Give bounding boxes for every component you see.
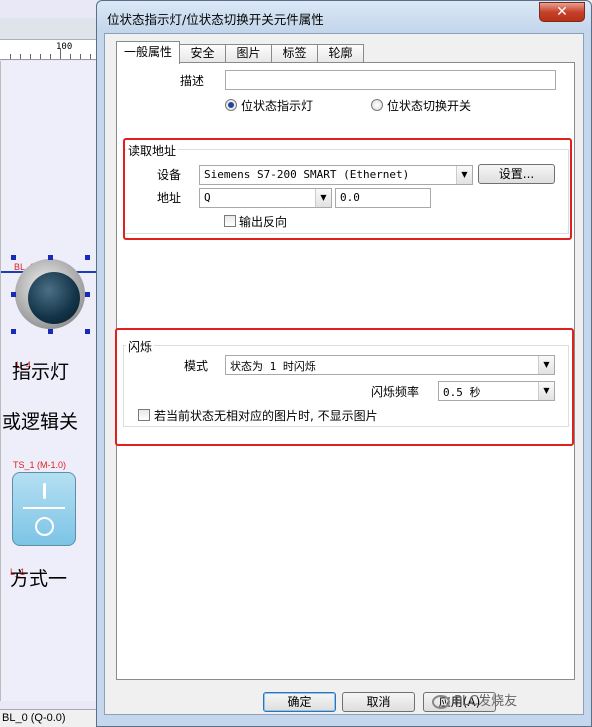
description-field[interactable] — [225, 70, 556, 90]
switch-radio-label: 位状态切换开关 — [387, 99, 472, 113]
selection-handle[interactable] — [85, 292, 90, 297]
lamp-caption: 指示灯 — [12, 361, 70, 383]
dialog-title: 位状态指示灯/位状态切换开关元件属性 — [107, 12, 324, 27]
tab-general[interactable]: 一般属性 — [116, 41, 180, 64]
editor-background: 100 BL_0 (Q-0.0) L_4 指示灯 或逻辑关 TS_1 (M-1.… — [0, 0, 101, 727]
switch-on-mark — [43, 483, 46, 499]
close-button[interactable]: ✕ — [539, 2, 585, 22]
blink-highlight — [115, 328, 574, 446]
switch-off-mark — [35, 517, 54, 536]
selection-handle[interactable] — [85, 329, 90, 334]
tab-security[interactable]: 安全 — [179, 44, 226, 63]
toggle-switch[interactable] — [12, 472, 76, 546]
selection-handle[interactable] — [11, 255, 16, 260]
selection-handle[interactable] — [85, 255, 90, 260]
selection-handle[interactable] — [11, 329, 16, 334]
switch-caption: 方式一 — [10, 568, 68, 590]
status-bar: BL_0 (Q-0.0) — [0, 709, 100, 727]
watermark: PLC发烧友 — [432, 690, 517, 709]
lamp-core — [28, 272, 80, 324]
ruler-number: 100 — [56, 42, 73, 52]
tab-label[interactable]: 标签 — [271, 44, 318, 63]
dialog-titlebar[interactable]: 位状态指示灯/位状态切换开关元件属性 ✕ — [97, 1, 591, 33]
indicator-radio-label: 位状态指示灯 — [241, 99, 314, 113]
editor-tab-strip — [0, 18, 100, 40]
description-label: 描述 — [180, 74, 205, 88]
read-address-highlight — [123, 138, 572, 240]
horizontal-ruler: 100 — [0, 40, 100, 60]
logic-caption: 或逻辑关 — [2, 411, 79, 433]
watermark-text: PLC发烧友 — [454, 694, 518, 709]
lamp-ring — [15, 259, 85, 329]
tab-images[interactable]: 图片 — [225, 44, 272, 63]
ok-button[interactable]: 确定 — [263, 692, 336, 712]
properties-dialog: 位状态指示灯/位状态切换开关元件属性 ✕ 一般属性 安全 图片 标签 轮廓 描述… — [96, 0, 592, 727]
cancel-button[interactable]: 取消 — [342, 692, 415, 712]
indicator-lamp[interactable] — [11, 255, 90, 334]
switch-tag: TS_1 (M-1.0) — [13, 460, 67, 470]
switch-divider — [23, 507, 65, 509]
dialog-body: 一般属性 安全 图片 标签 轮廓 描述 位状态指示灯 位状态切换开关 读取地址 … — [104, 33, 584, 715]
indicator-radio[interactable] — [225, 99, 237, 111]
switch-radio[interactable] — [371, 99, 383, 111]
selection-handle[interactable] — [48, 329, 53, 334]
wechat-icon — [432, 694, 450, 709]
selection-handle[interactable] — [48, 255, 53, 260]
tab-outline[interactable]: 轮廓 — [317, 44, 364, 63]
selection-handle[interactable] — [11, 292, 16, 297]
